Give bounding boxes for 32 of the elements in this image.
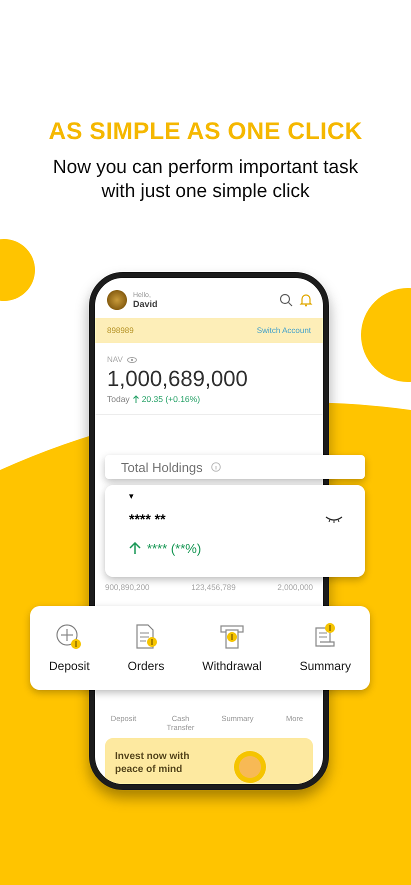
today-label: Today <box>107 394 130 404</box>
holding-value: 900,890,200 <box>105 583 150 592</box>
eye-icon[interactable] <box>126 356 137 362</box>
promo-text: Invest now with peace of mind <box>115 750 190 777</box>
holding-value: 123,456,789 <box>191 583 236 592</box>
coin-icon <box>233 750 267 784</box>
search-icon[interactable] <box>279 293 293 307</box>
add-money-icon <box>55 623 84 651</box>
user-name: David <box>133 298 159 308</box>
up-arrow-icon <box>129 542 141 555</box>
quick-action[interactable]: Withdrawal <box>202 623 262 673</box>
atm-cash-icon <box>218 623 246 651</box>
promo-banner[interactable]: Invest now with peace of mind <box>105 738 313 784</box>
info-icon[interactable] <box>210 462 221 472</box>
holdings-title: Total Holdings <box>121 460 203 474</box>
bell-icon[interactable] <box>299 293 313 307</box>
avatar <box>107 290 127 310</box>
account-number: 898989 <box>107 326 134 335</box>
quick-action[interactable]: Deposit <box>48 623 90 673</box>
masked-change: **** (**%) <box>147 541 202 556</box>
caret[interactable]: ▾ <box>129 491 343 501</box>
nav-value: 1,000,689,000 <box>107 366 249 392</box>
quick-action[interactable]: Summary <box>300 623 351 673</box>
nav-label: NAV <box>107 355 123 364</box>
closed-eye-icon[interactable] <box>325 515 343 523</box>
headline: AS SIMPLE AS ONE CLICK <box>48 118 362 146</box>
up-arrow-icon <box>132 395 139 403</box>
today-change: 20.35 (+0.16%) <box>142 394 200 404</box>
holding-value: 2,000,000 <box>277 583 313 592</box>
subtitle: Now you can perform important task with just one simple click <box>52 156 360 204</box>
quick-action[interactable]: Orders <box>128 623 164 673</box>
masked-balance: **** ** <box>129 511 166 527</box>
